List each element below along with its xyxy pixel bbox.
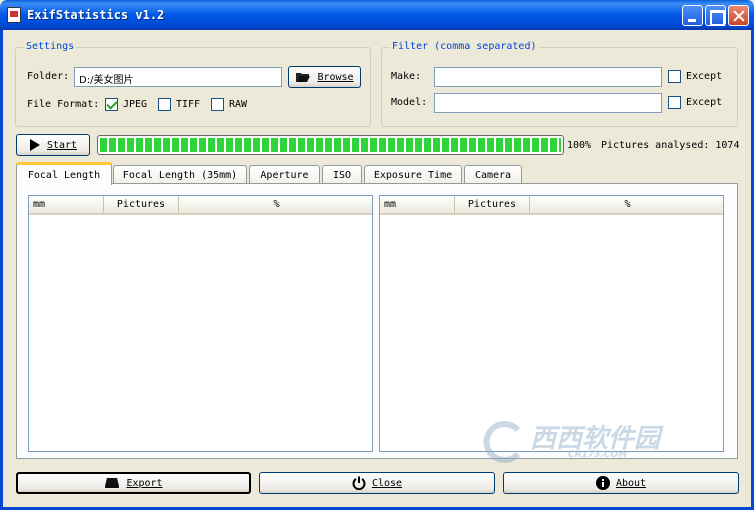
tiff-checkbox[interactable]: [158, 98, 171, 111]
make-label: Make:: [391, 71, 422, 82]
folder-label: Folder:: [27, 71, 70, 82]
window-title: ExifStatistics v1.2: [27, 8, 165, 22]
tab-focal-length-35mm[interactable]: Focal Length (35mm): [113, 165, 247, 184]
column-pictures[interactable]: Pictures: [104, 196, 179, 213]
app-icon: [7, 7, 21, 23]
column-pictures[interactable]: Pictures: [455, 196, 530, 213]
tab-aperture[interactable]: Aperture: [249, 165, 320, 184]
model-label: Model:: [391, 97, 428, 108]
raw-label: RAW: [229, 99, 248, 110]
tiff-label: TIFF: [176, 99, 201, 110]
play-icon: [29, 139, 40, 151]
close-label: Close: [371, 477, 403, 489]
progress-percent: 100%: [567, 140, 592, 151]
jpeg-checkbox[interactable]: [105, 98, 118, 111]
column-percent[interactable]: %: [530, 196, 725, 213]
model-except-label: Except: [686, 97, 723, 108]
settings-title: Settings: [24, 41, 77, 52]
filter-group: Filter (comma separated): [381, 41, 738, 127]
model-except-checkbox[interactable]: [668, 96, 681, 109]
minimize-button[interactable]: [682, 5, 703, 26]
raw-checkbox[interactable]: [211, 98, 224, 111]
tab-camera[interactable]: Camera: [464, 165, 522, 184]
about-button[interactable]: About: [503, 472, 739, 494]
close-button[interactable]: Close: [259, 472, 495, 494]
focal-length-table[interactable]: mm Pictures %: [28, 195, 373, 452]
make-input[interactable]: [434, 67, 662, 87]
column-mm[interactable]: mm: [29, 196, 104, 213]
focal-length-table-right[interactable]: mm Pictures %: [379, 195, 724, 452]
watermark-c-icon: [483, 421, 521, 463]
maximize-button[interactable]: [705, 5, 726, 26]
info-icon: [595, 476, 610, 490]
pictures-analysed-status: Pictures analysed: 1074: [601, 140, 740, 151]
start-label: Start: [46, 139, 78, 151]
model-input[interactable]: [434, 93, 662, 113]
jpeg-label: JPEG: [123, 99, 148, 110]
tab-exposure-time[interactable]: Exposure Time: [364, 165, 462, 184]
about-label: About: [615, 477, 647, 489]
tab-focal-length[interactable]: Focal Length: [16, 162, 112, 185]
column-percent[interactable]: %: [179, 196, 374, 213]
browse-label: Browse: [317, 71, 354, 83]
make-except-label: Except: [686, 71, 723, 82]
table-header: mm Pictures %: [380, 196, 723, 215]
folder-input[interactable]: D:/美女图片: [74, 67, 282, 87]
watermark-sub: CR173.COM: [568, 450, 627, 460]
watermark-logo: 西西软件园 CR173.COM: [478, 418, 688, 468]
window-frame-left: [0, 30, 3, 510]
table-header: mm Pictures %: [29, 196, 372, 215]
progress-bar: [97, 135, 564, 155]
title-bar[interactable]: ExifStatistics v1.2: [0, 0, 754, 30]
folder-open-icon: [296, 73, 311, 82]
filter-title: Filter (comma separated): [390, 41, 539, 52]
file-format-label: File Format:: [27, 99, 100, 110]
make-except-checkbox[interactable]: [668, 70, 681, 83]
column-mm[interactable]: mm: [380, 196, 455, 213]
drive-icon: [105, 478, 120, 488]
close-window-button[interactable]: [728, 5, 749, 26]
export-button[interactable]: Export: [16, 472, 251, 494]
power-icon: [352, 476, 366, 490]
export-label: Export: [126, 477, 163, 489]
start-button[interactable]: Start: [16, 134, 90, 156]
browse-button[interactable]: Browse: [288, 66, 361, 88]
tab-iso[interactable]: ISO: [322, 165, 362, 184]
progress-fill: [100, 138, 561, 152]
